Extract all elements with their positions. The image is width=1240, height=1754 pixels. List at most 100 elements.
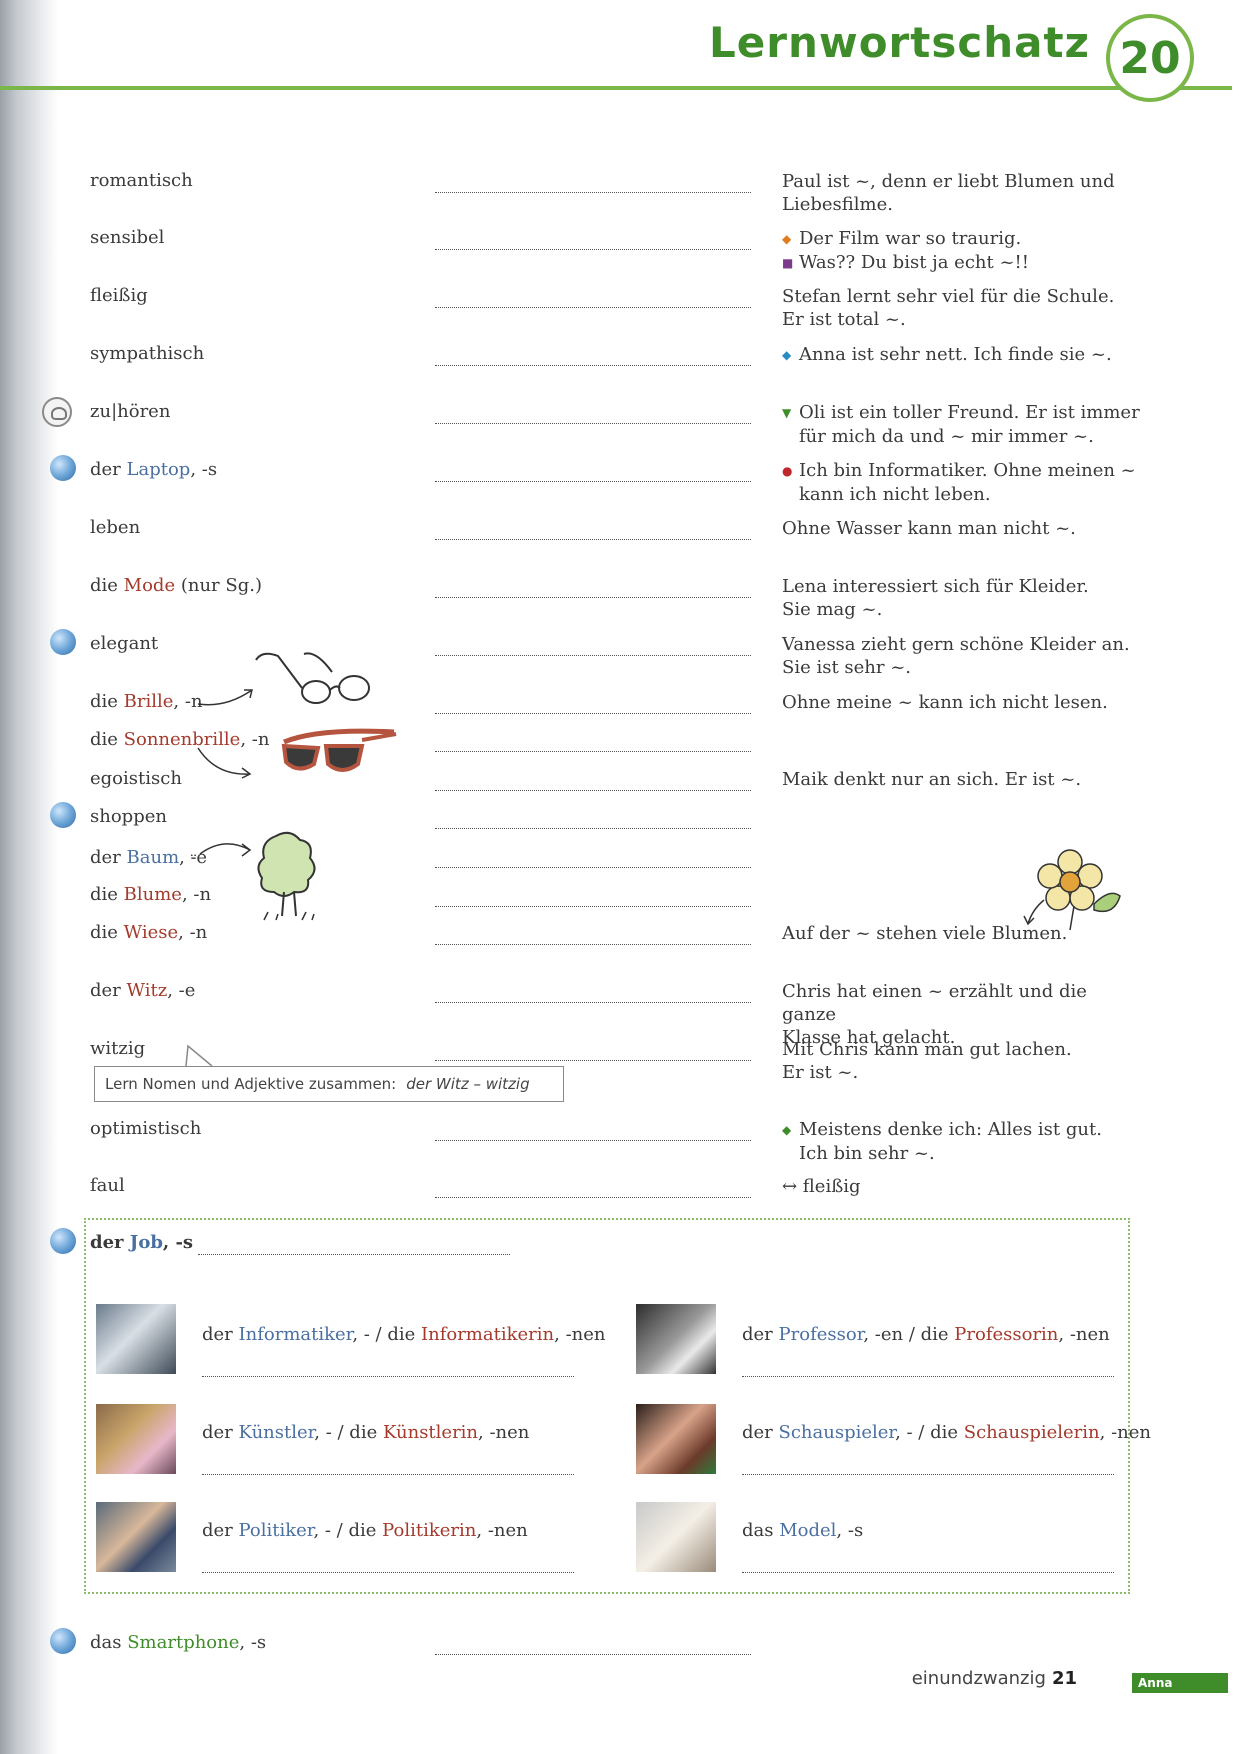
answer-line[interactable]: [742, 1572, 1114, 1573]
vocab-row: leben Ohne Wasser kann man nicht ~.: [0, 517, 1240, 557]
vocab-row: zu|hören ▼ Oli ist ein toller Freund. Er …: [0, 397, 1240, 447]
example-text: ◆ Anna ist sehr nett. Ich finde sie ~.: [782, 344, 1112, 365]
dot-bullet-icon: ●: [782, 464, 793, 478]
answer-line[interactable]: [202, 1376, 574, 1377]
answer-line[interactable]: [435, 944, 751, 945]
answer-line[interactable]: [435, 423, 751, 424]
vocab-term: romantisch: [90, 170, 193, 191]
answer-line[interactable]: [435, 481, 751, 482]
triangle-bullet-icon: ▼: [782, 406, 792, 420]
chapter-tag: Anna: [1132, 1673, 1228, 1693]
example-text: ↔ fleißig: [782, 1176, 861, 1197]
job-term: das Model, -s: [742, 1520, 864, 1541]
answer-line[interactable]: [435, 365, 751, 366]
photo-model: [636, 1502, 716, 1572]
answer-line[interactable]: [202, 1572, 574, 1573]
globe-icon: [50, 629, 76, 655]
photo-informatiker: [96, 1304, 176, 1374]
answer-line[interactable]: [435, 1002, 751, 1003]
job-term: der Politiker, - / die Politikerin, -nen: [202, 1520, 528, 1541]
answer-line[interactable]: [435, 307, 751, 308]
sunglasses-icon: [281, 728, 397, 772]
vocab-row: der Laptop, -s ● Ich bin Informatiker. Oh…: [0, 455, 1240, 505]
vocab-row: optimistisch ◆ Meistens denke ich: Alles …: [0, 1118, 1240, 1164]
vocab-row: elegant Vanessa zieht gern schöne Kleide…: [0, 629, 1240, 678]
example-text: Maik denkt nur an sich. Er ist ~.: [782, 769, 1082, 790]
flower-icon: [1023, 849, 1121, 931]
vocab-term: witzig: [90, 1038, 146, 1059]
answer-line[interactable]: [198, 1254, 510, 1255]
answer-line[interactable]: [435, 790, 751, 791]
job-term: der Künstler, - / die Künstlerin, -nen: [202, 1422, 530, 1443]
example-text: Mit Chris kann man gut lachen. Er ist ~.: [782, 1039, 1072, 1083]
answer-line[interactable]: [202, 1474, 574, 1475]
example-text: ▼ Oli ist ein toller Freund. Er ist immer…: [782, 402, 1140, 447]
answer-line[interactable]: [742, 1376, 1114, 1377]
answer-line[interactable]: [435, 906, 751, 907]
diamond-bullet-icon: ◆: [782, 1123, 792, 1137]
job-term: der Schauspieler, - / die Schauspielerin…: [742, 1422, 1151, 1443]
answer-line[interactable]: [435, 1197, 751, 1198]
vocab-row: egoistisch Maik denkt nur an sich. Er is…: [0, 768, 1240, 808]
vocab-row: sympathisch ◆ Anna ist sehr nett. Ich fin…: [0, 343, 1240, 383]
tip-box: Lern Nomen und Adjektive zusammen: der Wi…: [94, 1066, 564, 1102]
vocab-row: fleißig Stefan lernt sehr viel für die S…: [0, 285, 1240, 330]
photo-politiker: [96, 1502, 176, 1572]
answer-line[interactable]: [742, 1474, 1114, 1475]
vocab-row: faul ↔ fleißig: [0, 1175, 1240, 1215]
vocab-term: die Brille, -n: [90, 691, 203, 712]
answer-line[interactable]: [435, 192, 751, 193]
page-number: einundzwanzig 21: [911, 1668, 1077, 1689]
answer-line[interactable]: [435, 867, 751, 868]
example-text: Ohne Wasser kann man nicht ~.: [782, 518, 1076, 539]
vocab-row: romantisch Paul ist ~, denn er liebt Blu…: [0, 170, 1240, 215]
vocab-term: der Job, -s: [90, 1232, 194, 1253]
page-title: Lernwortschatz: [709, 18, 1090, 67]
answer-line[interactable]: [435, 1654, 751, 1655]
vocab-term: die Wiese, -n: [90, 922, 208, 943]
vocab-term: sensibel: [90, 227, 165, 248]
vocab-row: das Smartphone, -s: [0, 1628, 1240, 1672]
chapter-badge: 20: [1106, 14, 1194, 102]
answer-line[interactable]: [435, 597, 751, 598]
answer-line[interactable]: [435, 655, 751, 656]
example-text: ◆ Der Film war so traurig. ■ Was?? Du bist …: [782, 228, 1030, 273]
answer-line[interactable]: [435, 828, 751, 829]
vocab-row: die Brille, -n Ohne meine ~ kann ich nic…: [0, 691, 1240, 731]
answer-line[interactable]: [435, 539, 751, 540]
vocab-term: egoistisch: [90, 768, 182, 789]
vocab-term: der Baum, ⸚e: [90, 847, 208, 868]
vocab-term: fleißig: [90, 285, 148, 306]
vocab-term: der Laptop, -s: [90, 459, 218, 480]
example-text: ● Ich bin Informatiker. Ohne meinen ~ kann…: [782, 460, 1136, 505]
vocab-term: zu|hören: [90, 401, 171, 422]
vocab-term: faul: [90, 1175, 125, 1196]
vocab-term: sympathisch: [90, 343, 205, 364]
arrow-icon: [197, 747, 252, 779]
answer-line[interactable]: [435, 713, 751, 714]
answer-line[interactable]: [435, 751, 751, 752]
example-text: Stefan lernt sehr viel für die Schule. Er…: [782, 286, 1115, 330]
vocab-term: die Mode (nur Sg.): [90, 575, 262, 596]
tree-icon: [257, 831, 316, 921]
vocab-term: leben: [90, 517, 141, 538]
audio-listen-icon[interactable]: [42, 397, 72, 427]
answer-line[interactable]: [435, 1060, 751, 1061]
answer-line[interactable]: [435, 1140, 751, 1141]
tip-pointer-icon: [185, 1044, 213, 1067]
glasses-icon: [255, 652, 370, 704]
photo-kuenstler: [96, 1404, 176, 1474]
diamond-bullet-icon: ◆: [782, 232, 792, 246]
vocab-row: shoppen: [0, 802, 1240, 846]
header-rule: [0, 86, 1232, 90]
job-header: der Job, -s: [0, 1228, 1240, 1272]
arrow-icon: [197, 689, 253, 706]
answer-line[interactable]: [435, 249, 751, 250]
vocab-row: die Sonnenbrille, -n: [0, 729, 1240, 769]
photo-schauspieler: [636, 1404, 716, 1474]
vocab-term: elegant: [90, 633, 159, 654]
diamond-bullet-icon: ◆: [782, 348, 792, 362]
photo-professor: [636, 1304, 716, 1374]
vocab-term: optimistisch: [90, 1118, 202, 1139]
vocab-row: die Mode (nur Sg.) Lena interessiert sic…: [0, 575, 1240, 620]
